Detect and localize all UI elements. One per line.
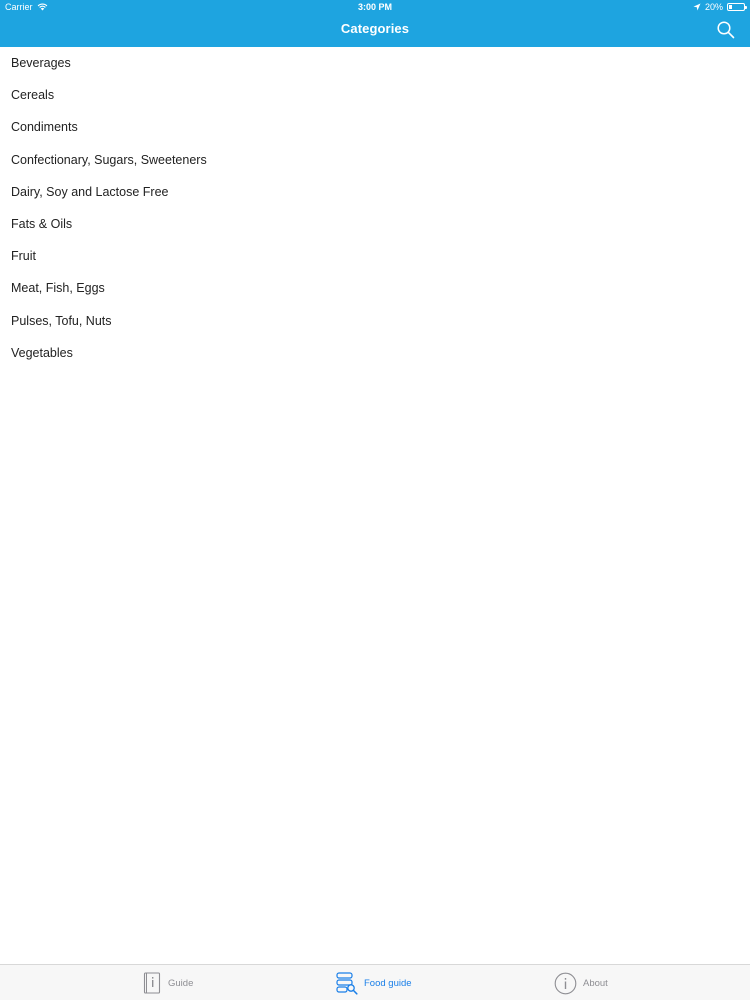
search-icon bbox=[717, 21, 735, 39]
tab-about[interactable]: About bbox=[554, 965, 608, 1000]
status-bar: Carrier 3:00 PM 20% bbox=[0, 0, 750, 14]
battery-icon bbox=[727, 3, 747, 11]
list-item[interactable]: Pulses, Tofu, Nuts bbox=[0, 305, 750, 337]
category-label: Confectionary, Sugars, Sweeteners bbox=[11, 152, 207, 167]
book-info-icon bbox=[143, 971, 161, 994]
list-item[interactable]: Confectionary, Sugars, Sweeteners bbox=[0, 144, 750, 176]
tab-label: Food guide bbox=[364, 977, 412, 989]
category-label: Pulses, Tofu, Nuts bbox=[11, 313, 112, 328]
battery-level-fill bbox=[729, 5, 732, 9]
category-list: Beverages Cereals Condiments Confectiona… bbox=[0, 47, 750, 369]
list-item[interactable]: Vegetables bbox=[0, 337, 750, 369]
page-title: Categories bbox=[340, 21, 410, 36]
list-item[interactable]: Beverages bbox=[0, 47, 750, 79]
search-button[interactable] bbox=[716, 20, 736, 40]
category-label: Fruit bbox=[11, 249, 36, 264]
tab-label: About bbox=[583, 977, 608, 989]
list-item[interactable]: Dairy, Soy and Lactose Free bbox=[0, 176, 750, 208]
tab-label: Guide bbox=[168, 977, 194, 989]
list-item[interactable]: Meat, Fish, Eggs bbox=[0, 272, 750, 304]
category-label: Fats & Oils bbox=[11, 217, 73, 232]
battery-percent: 20% bbox=[704, 2, 723, 12]
status-right-group: 20% bbox=[693, 0, 747, 14]
status-time: 3:00 PM bbox=[357, 2, 392, 12]
location-arrow-icon bbox=[693, 3, 701, 11]
info-circle-icon bbox=[554, 972, 577, 994]
category-label: Condiments bbox=[11, 120, 78, 135]
category-label: Meat, Fish, Eggs bbox=[11, 281, 105, 296]
list-item[interactable]: Condiments bbox=[0, 111, 750, 143]
database-search-icon bbox=[336, 971, 358, 995]
category-label: Dairy, Soy and Lactose Free bbox=[11, 184, 169, 199]
tab-guide[interactable]: Guide bbox=[143, 965, 193, 1000]
category-label: Cereals bbox=[11, 88, 55, 103]
list-item[interactable]: Fats & Oils bbox=[0, 208, 750, 240]
list-item[interactable]: Cereals bbox=[0, 79, 750, 111]
category-label: Beverages bbox=[11, 56, 71, 71]
tab-food-guide[interactable]: Food guide bbox=[336, 965, 412, 1000]
tab-bar: Guide Food guide About bbox=[0, 964, 750, 1000]
list-item[interactable]: Fruit bbox=[0, 240, 750, 272]
category-label: Vegetables bbox=[11, 345, 73, 360]
navigation-bar: Carrier 3:00 PM 20% Categories bbox=[0, 0, 750, 47]
